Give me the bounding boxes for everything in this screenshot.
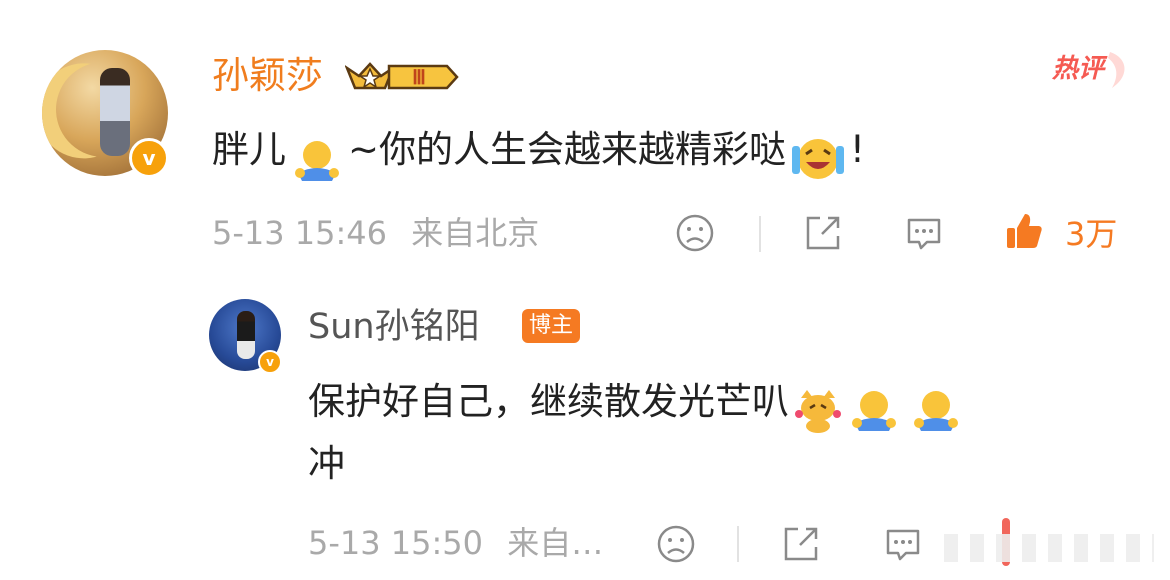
comment-location: 来自北京 (411, 214, 540, 252)
reply-timestamp: 5-13 15:50 (308, 524, 484, 562)
sad-face-icon[interactable] (655, 523, 697, 565)
reply-text-line2: 冲 (308, 442, 345, 485)
verified-icon: v (129, 138, 169, 178)
divider (759, 216, 761, 252)
verified-icon: v (258, 350, 282, 374)
comment-icon[interactable] (882, 523, 924, 565)
level-badge-text: Ⅲ (412, 67, 426, 89)
hot-comment-label: 热评 (1050, 44, 1130, 94)
comment-meta: 5-13 15:46 来自北京 (212, 210, 539, 256)
thumbs-up-icon[interactable] (1003, 210, 1045, 252)
comment-author-name[interactable]: 孙颖莎 (212, 48, 323, 104)
laugh-cry-emoji (790, 130, 846, 179)
hug-emoji (911, 382, 967, 431)
comment-text: 胖儿 ~你的人生会越来越精彩哒 ! (212, 122, 865, 181)
comment-timestamp: 5-13 15:46 (212, 214, 388, 252)
owner-badge: 博主 (522, 309, 580, 343)
divider (737, 526, 739, 562)
reply-meta: 5-13 15:50 来自… (308, 520, 603, 566)
blurred-region (944, 534, 1154, 562)
like-count: 3万 (1065, 215, 1118, 253)
crown-icon: Ⅲ (345, 62, 459, 90)
hug-emoji (292, 132, 342, 181)
share-icon[interactable] (780, 523, 822, 565)
share-icon[interactable] (802, 212, 844, 254)
sad-face-icon[interactable] (674, 212, 716, 254)
cat-emoji (793, 382, 843, 433)
comment-icon[interactable] (903, 212, 945, 254)
reply-text: 保护好自己，继续散发光芒叭 (308, 374, 967, 433)
reply-author-name[interactable]: Sun孙铭阳 (308, 303, 480, 351)
hug-emoji (849, 382, 905, 431)
reply-location: 来自… (507, 524, 604, 562)
